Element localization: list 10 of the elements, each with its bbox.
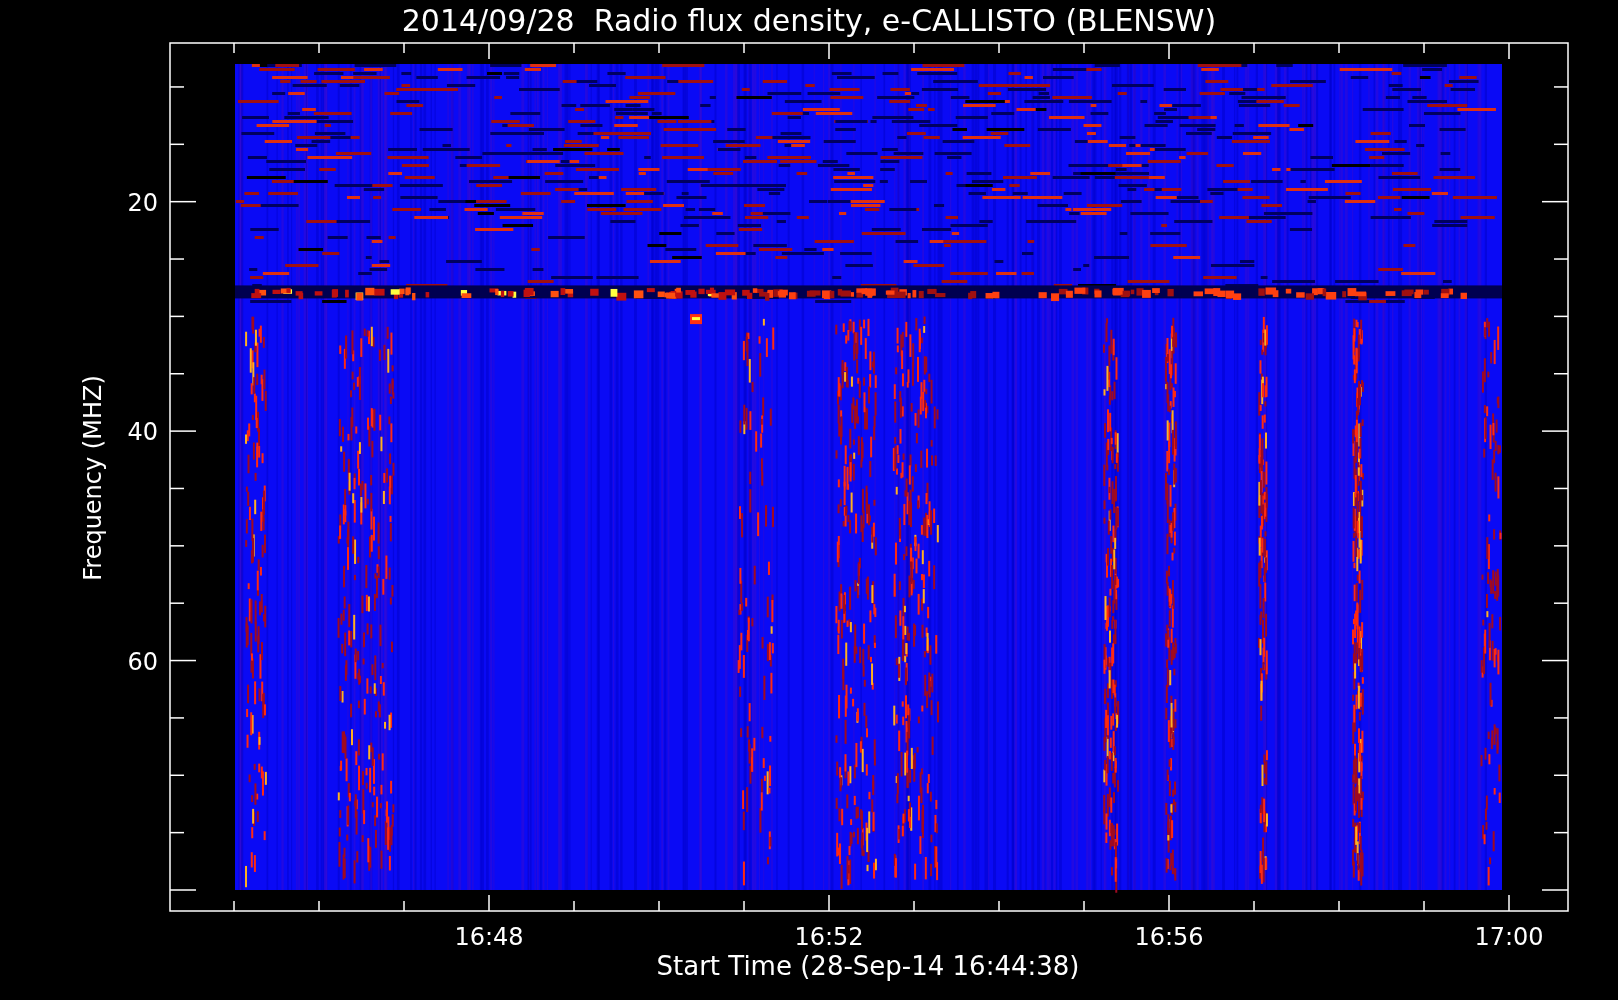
x-tick-label: 16:52: [794, 923, 864, 951]
y-axis-label: Frequency (MHZ): [79, 375, 107, 581]
x-tick-label: 17:00: [1474, 923, 1544, 951]
x-tick-label: 16:48: [454, 923, 524, 951]
y-tick-label: 40: [127, 418, 158, 447]
y-tick-label: 20: [127, 188, 158, 217]
x-tick-label: 16:56: [1134, 923, 1204, 951]
x-axis-label: Start Time (28-Sep-14 16:44:38): [656, 951, 1080, 981]
y-tick-label: 60: [127, 647, 158, 676]
chart-title: 2014/09/28 Radio flux density, e-CALLISTO (BLENSW): [401, 3, 1217, 38]
